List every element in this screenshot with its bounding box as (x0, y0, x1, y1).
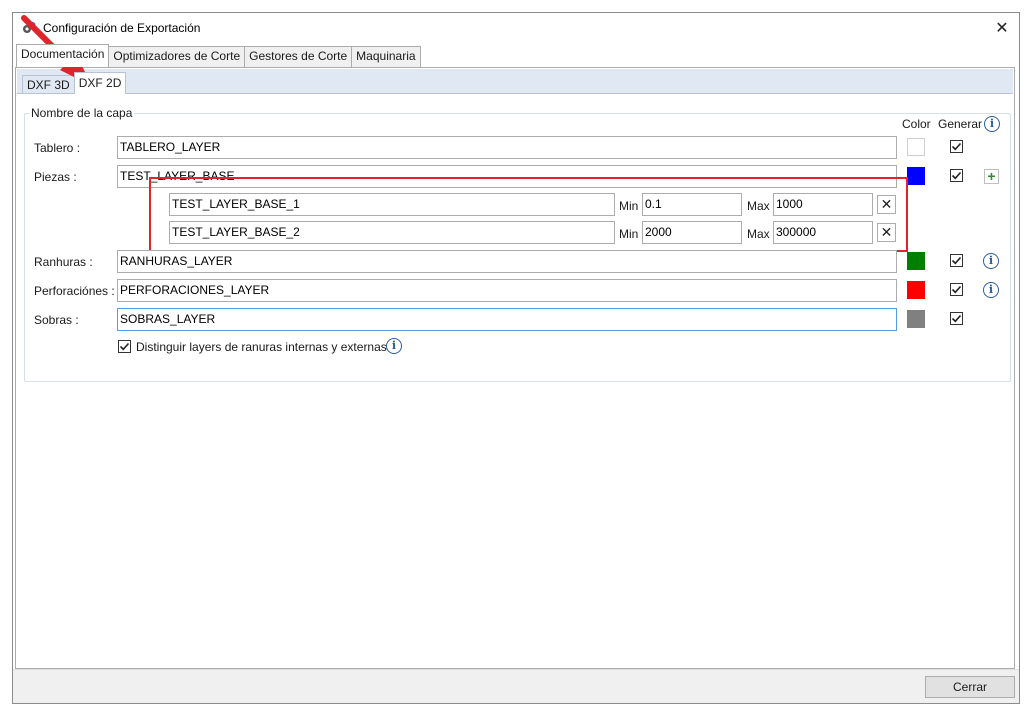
annotation-highlight-box (149, 177, 908, 252)
tab-maquinaria[interactable]: Maquinaria (351, 46, 421, 67)
sobras-color-swatch[interactable] (907, 310, 925, 328)
distinguish-layers-checkbox[interactable] (118, 340, 131, 353)
ranhuras-info-icon[interactable]: i (983, 253, 999, 269)
documentacion-panel: DXF 3D DXF 2D Nombre de la capa Color Ge… (15, 67, 1015, 669)
piezas-color-swatch[interactable] (907, 167, 925, 185)
ranhuras-label: Ranhuras : (34, 255, 93, 269)
sobras-label: Sobras : (34, 313, 79, 327)
tablero-layer-input[interactable]: TABLERO_LAYER (117, 136, 897, 159)
perforaciones-label: Perforaciónes : (34, 284, 115, 298)
tablero-label: Tablero : (34, 141, 81, 155)
tab-gestores-de-corte[interactable]: Gestores de Corte (244, 46, 353, 67)
piezas-label: Piezas : (34, 170, 77, 184)
main-tabs: Documentación Optimizadores de Corte Ges… (16, 44, 421, 68)
sobras-generar-checkbox[interactable] (950, 312, 963, 325)
color-column-header: Color (902, 117, 931, 131)
dxf-subtabs: DXF 3D DXF 2D (22, 72, 127, 95)
tab-optimizadores-de-corte[interactable]: Optimizadores de Corte (108, 46, 246, 67)
add-sublayer-button[interactable]: + (984, 169, 999, 184)
title-bar: Configuración de Exportación ✕ (13, 13, 1019, 43)
ranhuras-layer-input[interactable]: RANHURAS_LAYER (117, 250, 897, 273)
subtab-dxf-2d[interactable]: DXF 2D (73, 72, 127, 94)
tab-documentacion[interactable]: Documentación (16, 44, 110, 67)
check-icon (951, 171, 962, 180)
perforaciones-layer-input[interactable]: PERFORACIONES_LAYER (117, 279, 897, 302)
perforaciones-info-icon[interactable]: i (983, 282, 999, 298)
footer-bar: Cerrar (13, 669, 1019, 703)
check-icon (951, 256, 962, 265)
generar-info-icon[interactable]: i (984, 116, 1000, 132)
distinguish-layers-label[interactable]: Distinguir layers de ranuras internas y … (136, 340, 387, 354)
tablero-color-swatch[interactable] (907, 138, 925, 156)
distinguish-info-icon[interactable]: i (386, 338, 402, 354)
subtab-strip: DXF 3D DXF 2D (17, 69, 1013, 95)
cerrar-button[interactable]: Cerrar (925, 676, 1015, 698)
perforaciones-color-swatch[interactable] (907, 281, 925, 299)
check-icon (119, 342, 130, 351)
check-icon (951, 285, 962, 294)
export-config-window: Configuración de Exportación ✕ Documenta… (12, 12, 1020, 704)
group-legend: Nombre de la capa (31, 106, 133, 120)
gear-icon (23, 22, 36, 33)
generar-column-header: Generar (938, 117, 983, 131)
ranhuras-generar-checkbox[interactable] (950, 254, 963, 267)
sobras-layer-input[interactable]: SOBRAS_LAYER (117, 308, 897, 331)
dxf-2d-panel: Nombre de la capa Color Generar i Tabler… (17, 93, 1013, 667)
piezas-generar-checkbox[interactable] (950, 169, 963, 182)
perforaciones-generar-checkbox[interactable] (950, 283, 963, 296)
subtab-dxf-3d[interactable]: DXF 3D (22, 75, 75, 95)
window-title: Configuración de Exportación (43, 21, 201, 35)
check-icon (951, 142, 962, 151)
tablero-generar-checkbox[interactable] (950, 140, 963, 153)
check-icon (951, 314, 962, 323)
ranhuras-color-swatch[interactable] (907, 252, 925, 270)
close-window-button[interactable]: ✕ (985, 13, 1019, 43)
